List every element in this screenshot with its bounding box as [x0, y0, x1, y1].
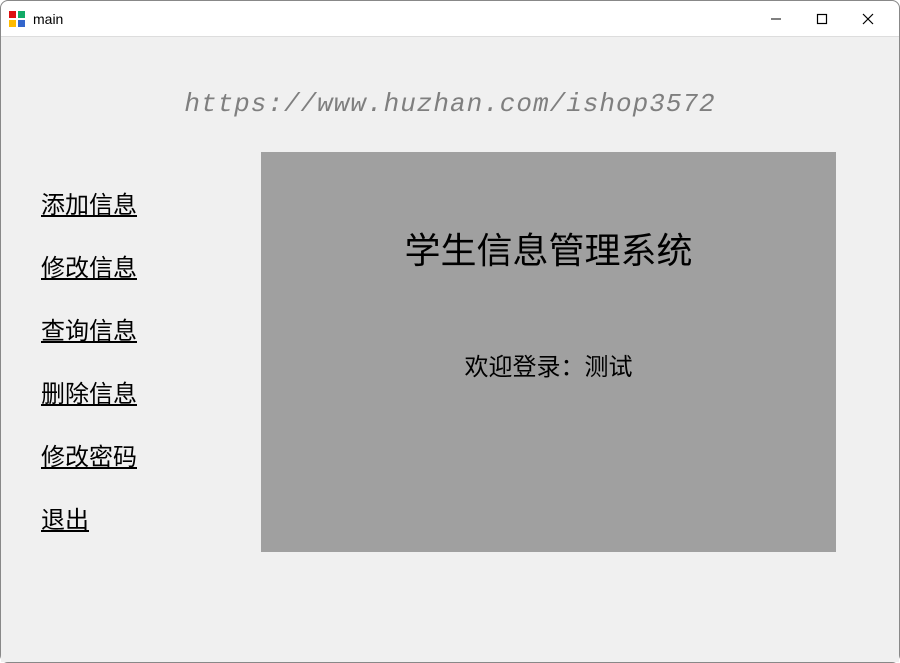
sidebar: 添加信息 修改信息 查询信息 删除信息 修改密码 退出	[41, 185, 137, 535]
maximize-icon	[816, 13, 828, 25]
sidebar-item-edit-info[interactable]: 修改信息	[41, 248, 137, 283]
titlebar[interactable]: main	[1, 1, 899, 37]
sidebar-item-exit[interactable]: 退出	[41, 500, 137, 535]
minimize-button[interactable]	[753, 4, 799, 34]
client-area: https://www.huzhan.com/ishop3572 添加信息 修改…	[1, 37, 899, 662]
window-controls	[753, 4, 891, 34]
app-window: main https://www.huzhan.com/ishop3572 添加…	[0, 0, 900, 663]
close-button[interactable]	[845, 4, 891, 34]
minimize-icon	[770, 13, 782, 25]
panel-title: 学生信息管理系统	[261, 222, 836, 274]
app-icon	[9, 11, 25, 27]
maximize-button[interactable]	[799, 4, 845, 34]
window-title: main	[33, 11, 753, 27]
close-icon	[862, 13, 874, 25]
sidebar-item-query-info[interactable]: 查询信息	[41, 311, 137, 346]
content-panel: 学生信息管理系统 欢迎登录：测试	[261, 152, 836, 552]
panel-welcome: 欢迎登录：测试	[261, 347, 836, 382]
sidebar-item-delete-info[interactable]: 删除信息	[41, 374, 137, 409]
sidebar-item-add-info[interactable]: 添加信息	[41, 185, 137, 220]
watermark-text: https://www.huzhan.com/ishop3572	[1, 89, 899, 119]
sidebar-item-change-password[interactable]: 修改密码	[41, 437, 137, 472]
